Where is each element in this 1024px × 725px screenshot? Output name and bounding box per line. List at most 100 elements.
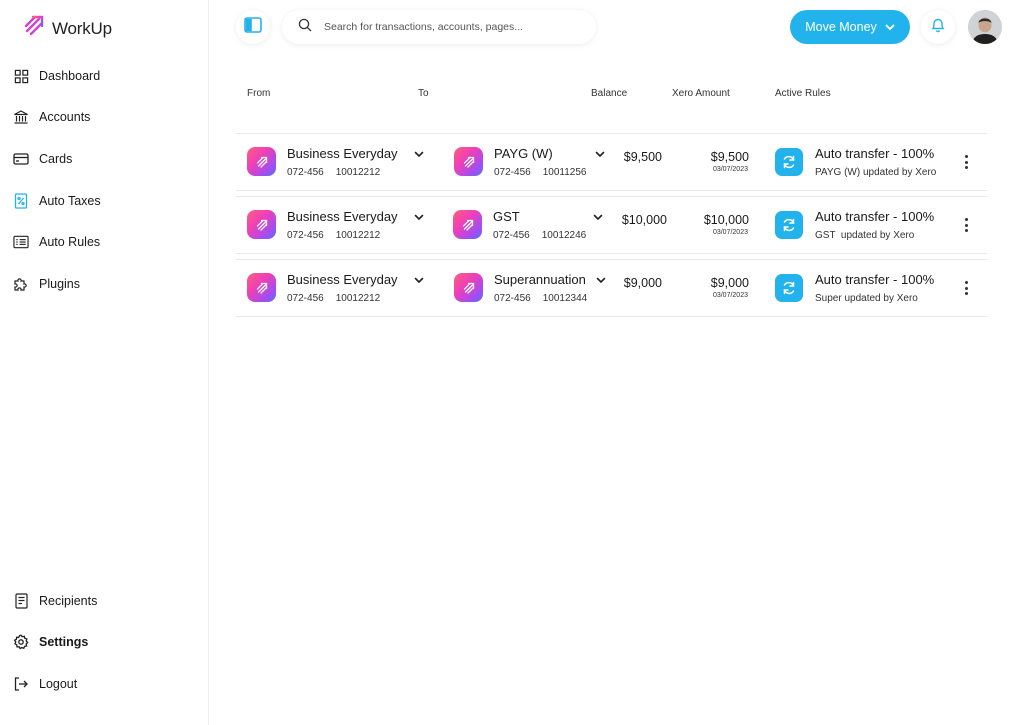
workup-logo-icon <box>22 14 46 43</box>
kebab-dot <box>964 160 968 164</box>
sidebar-item-accounts[interactable]: Accounts <box>13 106 90 128</box>
chevron-down-icon <box>414 145 424 163</box>
from-account-name: Business Everyday <box>287 209 398 224</box>
xero-amount-value: $10,000 <box>703 213 749 227</box>
rules-list-icon <box>13 234 29 250</box>
from-account-logo <box>247 147 276 176</box>
sidebar-item-plugins[interactable]: Plugins <box>13 273 80 295</box>
rule-description: GST updated by Xero <box>815 230 915 241</box>
from-account-dropdown[interactable] <box>412 210 426 224</box>
xero-amount-date: 03/07/2023 <box>712 292 748 299</box>
kebab-dot <box>964 229 968 232</box>
balance-value: $10,000 <box>621 213 667 227</box>
sidebar-item-label: Cards <box>39 152 73 166</box>
rule-title: Auto transfer - 100% <box>815 146 935 161</box>
rule-title: Auto transfer - 100% <box>815 272 935 287</box>
rule-title: Auto transfer - 100% <box>815 209 935 224</box>
search-input[interactable] <box>324 21 574 33</box>
chevron-down-icon <box>595 145 605 163</box>
row-actions-menu[interactable] <box>958 215 974 235</box>
sidebar-item-label: Logout <box>39 677 78 691</box>
rule-description: Super updated by Xero <box>815 293 918 304</box>
from-account-logo <box>247 210 276 239</box>
tax-icon <box>13 193 29 209</box>
sidebar-item-label: Settings <box>39 635 89 649</box>
auto-transfer-rule-icon <box>775 211 803 239</box>
kebab-dot <box>964 155 968 158</box>
gear-icon <box>13 634 29 650</box>
chevron-down-icon <box>593 208 603 226</box>
move-money-label: Move Money <box>805 20 877 34</box>
sidebar-item-recipients[interactable]: Recipients <box>13 590 97 612</box>
table-row: Business Everyday 072-456 10012212 PAYG (… <box>236 133 987 191</box>
kebab-dot <box>964 166 968 169</box>
to-account-dropdown[interactable] <box>593 147 607 161</box>
table-row: Business Everyday 072-456 10012212 Supera… <box>236 259 987 317</box>
to-account-name: PAYG (W) <box>494 146 553 161</box>
auto-transfer-rule-icon <box>775 274 803 302</box>
to-account-dropdown[interactable] <box>594 273 608 287</box>
sidebar-item-label: Auto Taxes <box>39 194 101 208</box>
chevron-down-icon <box>414 271 424 289</box>
sidebar-item-cards[interactable]: Cards <box>13 148 72 170</box>
from-account-name: Business Everyday <box>287 146 398 161</box>
app-name: WorkUp <box>52 18 112 38</box>
notifications-button[interactable] <box>921 10 955 44</box>
bell-icon <box>931 17 945 38</box>
from-account-number: 072-456 10012212 <box>287 230 381 241</box>
chevron-down-icon <box>885 20 895 34</box>
user-avatar[interactable] <box>968 10 1002 44</box>
sidebar-item-auto-rules[interactable]: Auto Rules <box>13 231 100 253</box>
chevron-down-icon <box>596 271 606 289</box>
xero-amount-date: 03/07/2023 <box>712 229 748 236</box>
from-account-name: Business Everyday <box>287 272 398 287</box>
from-account-logo <box>247 273 276 302</box>
kebab-dot <box>964 218 968 221</box>
search-bar[interactable] <box>282 10 596 44</box>
to-account-number: 072-456 10012344 <box>494 293 588 304</box>
sidebar-item-label: Recipients <box>39 594 98 608</box>
sidebar-item-settings[interactable]: Settings <box>13 631 88 653</box>
table-divider <box>236 253 987 254</box>
card-icon <box>13 151 29 167</box>
from-account-dropdown[interactable] <box>412 273 426 287</box>
to-account-logo <box>454 273 483 302</box>
to-account-logo <box>454 147 483 176</box>
rule-description: PAYG (W) updated by Xero <box>815 167 937 178</box>
kebab-dot <box>964 286 968 290</box>
xero-amount-date: 03/07/2023 <box>712 166 748 173</box>
row-actions-menu[interactable] <box>958 278 974 298</box>
sidebar-item-label: Plugins <box>39 277 80 291</box>
to-account-name: GST <box>493 209 520 224</box>
sidebar-item-label: Accounts <box>39 110 91 124</box>
sidebar-item-logout[interactable]: Logout <box>13 673 77 695</box>
balance-value: $9,000 <box>623 276 662 290</box>
xero-amount-value: $9,000 <box>710 276 749 290</box>
move-money-button[interactable]: Move Money <box>790 10 910 44</box>
sidebar-item-auto-taxes[interactable]: Auto Taxes <box>13 190 101 212</box>
to-account-number: 072-456 10012246 <box>493 230 587 241</box>
to-account-name: Superannuation <box>494 272 586 287</box>
kebab-dot <box>964 281 968 284</box>
app-logo[interactable]: WorkUp <box>22 14 112 43</box>
sidebar: WorkUp Dashboard Accounts Cards Auto Tax… <box>0 0 209 725</box>
column-header-balance: Balance <box>591 88 628 99</box>
document-icon <box>13 593 29 609</box>
to-account-dropdown[interactable] <box>591 210 605 224</box>
row-actions-menu[interactable] <box>958 152 974 172</box>
from-account-number: 072-456 10012212 <box>287 293 381 304</box>
chevron-down-icon <box>414 208 424 226</box>
grid-icon <box>13 68 29 84</box>
panel-layout-icon <box>244 16 262 38</box>
from-account-dropdown[interactable] <box>412 147 426 161</box>
to-account-logo <box>453 210 482 239</box>
column-header-to: To <box>418 88 429 99</box>
from-account-number: 072-456 10012212 <box>287 167 381 178</box>
sidebar-toggle-button[interactable] <box>236 10 270 44</box>
table-divider <box>236 190 987 191</box>
logout-icon <box>13 676 29 692</box>
sidebar-item-dashboard[interactable]: Dashboard <box>13 65 100 87</box>
search-icon <box>298 18 312 37</box>
sidebar-item-label: Dashboard <box>39 69 101 83</box>
xero-amount-value: $9,500 <box>710 150 749 164</box>
